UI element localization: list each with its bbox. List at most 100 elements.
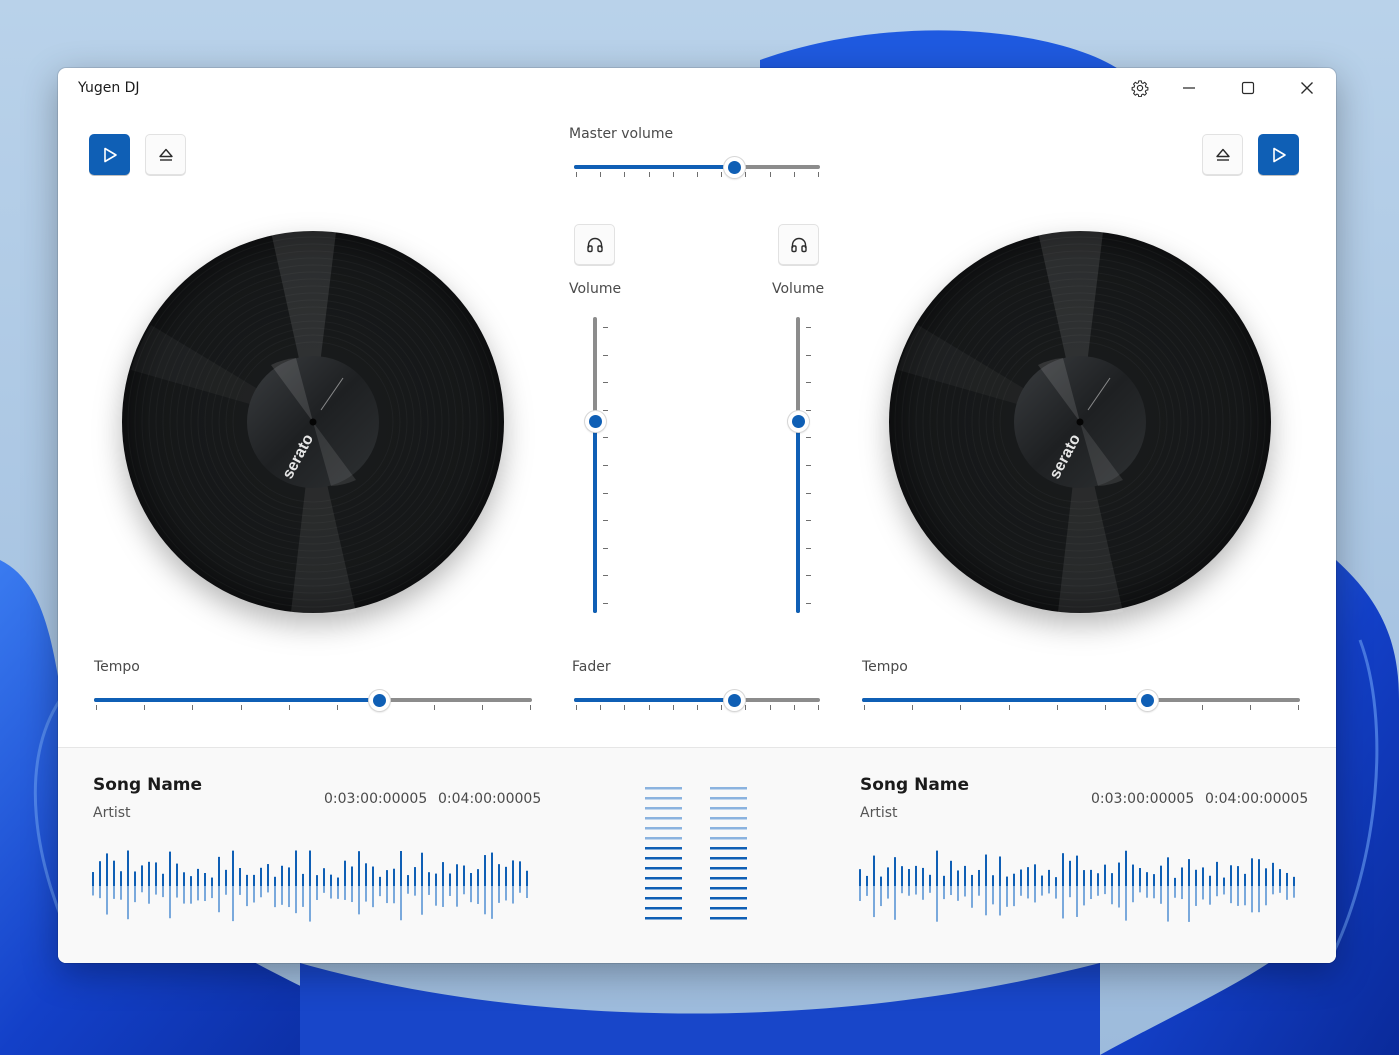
- slider-tick: [603, 354, 608, 356]
- maximize-button[interactable]: [1225, 68, 1271, 108]
- slider-tick: [960, 705, 962, 710]
- right-play-button[interactable]: [1258, 134, 1299, 175]
- slider-tick: [337, 705, 339, 710]
- left-tempo-slider[interactable]: [94, 686, 532, 716]
- slider-tick: [672, 172, 674, 177]
- right-tempo-label: Tempo: [862, 659, 908, 675]
- slider-tick: [697, 172, 698, 177]
- vinyl-record-icon: serato: [889, 230, 1271, 614]
- meter-segment: [645, 807, 682, 810]
- right-eject-button[interactable]: [1202, 134, 1243, 175]
- vinyl-record-icon: serato: [122, 230, 504, 614]
- meter-segment: [645, 857, 682, 860]
- slider-tick: [769, 172, 771, 177]
- right-waveform[interactable]: [858, 841, 1298, 931]
- minimize-button[interactable]: [1166, 68, 1212, 108]
- slider-tick: [1105, 705, 1107, 710]
- slider-tick: [624, 172, 626, 177]
- settings-button[interactable]: [1117, 68, 1163, 108]
- left-turntable-record[interactable]: serato: [121, 230, 505, 614]
- right-tempo-slider[interactable]: [862, 686, 1300, 716]
- slider-tick: [806, 575, 811, 577]
- meter-segment: [645, 907, 682, 910]
- slider-thumb[interactable]: [1136, 690, 1158, 711]
- slider-tick: [745, 172, 747, 177]
- left-volume-label: Volume: [569, 281, 622, 297]
- slider-tick: [672, 705, 674, 710]
- slider-tick: [721, 705, 723, 710]
- left-song-name: Song Name: [93, 775, 203, 795]
- right-time-total: 0:04:00:00005: [1205, 791, 1309, 807]
- meter-segment: [645, 817, 682, 820]
- left-headphones-cue-button[interactable]: [574, 224, 615, 265]
- slider-tick: [603, 382, 608, 384]
- left-play-button[interactable]: [89, 134, 130, 175]
- meter-segment: [645, 877, 682, 880]
- fader-label: Fader: [572, 659, 611, 675]
- left-time-total: 0:04:00:00005: [438, 791, 542, 807]
- play-icon: [1272, 147, 1286, 162]
- meter-segment: [645, 887, 682, 890]
- crossfader-slider[interactable]: [574, 686, 820, 716]
- slider-tick: [603, 575, 608, 577]
- slider-tick: [1249, 705, 1251, 710]
- slider-tick: [603, 520, 608, 522]
- slider-tick: [806, 465, 811, 466]
- slider-tick: [818, 172, 819, 177]
- meter-segment: [645, 897, 682, 900]
- meter-segment: [710, 907, 747, 910]
- slider-tick: [624, 705, 626, 710]
- slider-tick: [603, 465, 608, 466]
- left-volume-slider[interactable]: [581, 317, 611, 613]
- left-time-elapsed: 0:03:00:00005: [324, 791, 428, 807]
- meter-segment: [710, 857, 747, 860]
- slider-tick: [603, 492, 608, 494]
- master-volume-slider[interactable]: [574, 153, 820, 183]
- slider-tick: [576, 705, 577, 710]
- slider-tick: [769, 705, 771, 710]
- meter-segment: [710, 847, 747, 850]
- app-window: Yugen DJ Master volume serato serato Vol…: [58, 68, 1336, 963]
- left-artist: Artist: [93, 805, 131, 821]
- slider-tick: [806, 409, 811, 411]
- slider-tick: [806, 437, 811, 439]
- slider-tick: [600, 172, 602, 177]
- slider-tick: [144, 705, 146, 710]
- meter-segment: [710, 877, 747, 880]
- right-turntable-record[interactable]: serato: [888, 230, 1272, 614]
- slider-tick: [1298, 705, 1299, 710]
- eject-icon: [158, 148, 173, 161]
- right-volume-label: Volume: [772, 281, 825, 297]
- eject-icon: [1215, 148, 1230, 161]
- right-headphones-cue-button[interactable]: [778, 224, 819, 265]
- slider-thumb[interactable]: [788, 410, 809, 432]
- close-button[interactable]: [1284, 68, 1330, 108]
- slider-thumb[interactable]: [723, 690, 745, 711]
- slider-tick: [603, 327, 608, 328]
- slider-tick: [806, 492, 811, 494]
- left-waveform[interactable]: [91, 841, 531, 931]
- slider-tick: [481, 705, 483, 710]
- slider-tick: [648, 172, 650, 177]
- master-volume-label: Master volume: [569, 126, 674, 142]
- right-volume-slider[interactable]: [784, 317, 814, 613]
- slider-thumb[interactable]: [585, 410, 606, 432]
- headphones-icon: [790, 237, 807, 252]
- slider-tick: [1056, 705, 1058, 710]
- left-eject-button[interactable]: [145, 134, 186, 175]
- slider-tick: [806, 520, 811, 522]
- slider-tick: [603, 437, 608, 439]
- gear-icon: [1131, 80, 1149, 97]
- slider-tick: [603, 547, 608, 549]
- meter-segment: [710, 827, 747, 830]
- minimize-icon: [1183, 87, 1195, 89]
- slider-tick: [721, 172, 723, 177]
- track-info-panel: Song Name Artist 0:03:00:00005 0:04:00:0…: [58, 747, 1336, 963]
- slider-tick: [603, 603, 608, 604]
- window-title: Yugen DJ: [78, 80, 140, 96]
- meter-segment: [645, 787, 682, 790]
- left-level-meter: [645, 787, 682, 920]
- slider-thumb[interactable]: [723, 157, 745, 178]
- slider-thumb[interactable]: [368, 690, 390, 711]
- meter-segment: [710, 797, 747, 800]
